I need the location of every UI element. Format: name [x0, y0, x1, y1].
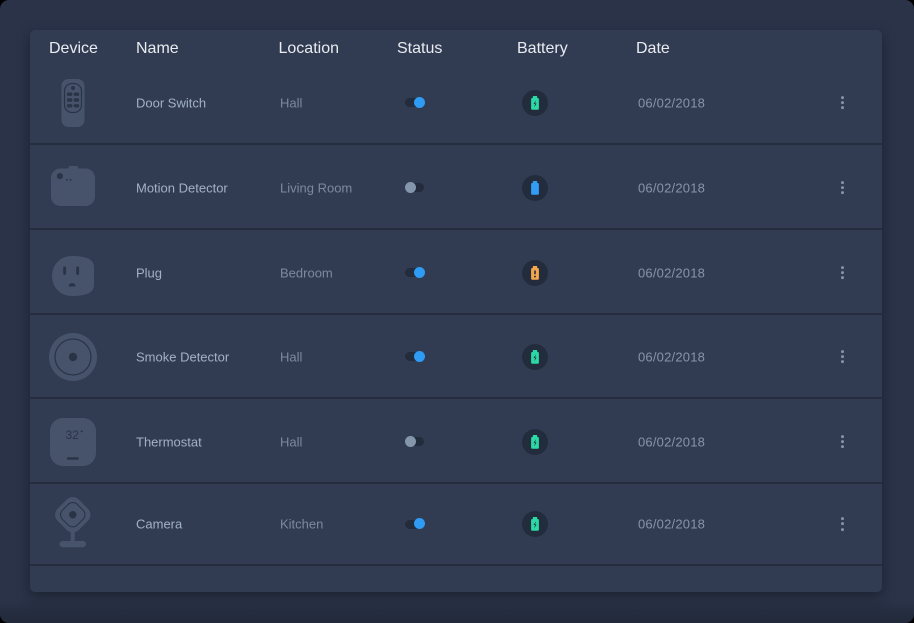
svg-text:32: 32 [66, 427, 80, 441]
